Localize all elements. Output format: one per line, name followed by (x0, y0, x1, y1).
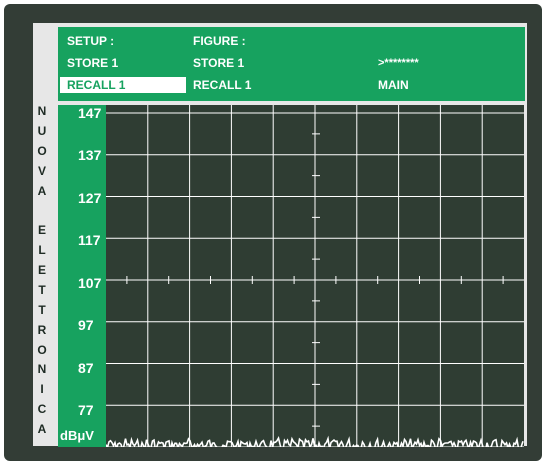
y-tick-label: 77 (78, 402, 94, 418)
brand-letter: T (38, 302, 46, 317)
brand-letter: O (37, 342, 47, 357)
figure-label: FIGURE : (193, 34, 246, 48)
setup-label: SETUP : (67, 34, 115, 48)
brand-letter: A (37, 422, 47, 436)
brand-letter: U (37, 123, 47, 138)
brand-letter: T (38, 282, 46, 297)
y-tick-label: 97 (78, 317, 94, 333)
setup-recall-button[interactable]: RECALL 1 (60, 77, 186, 93)
figure-recall-button[interactable]: RECALL 1 (193, 77, 251, 93)
y-axis-scale: 147 137 127 117 107 97 87 77 dBμV (58, 105, 106, 447)
y-tick-label: 147 (78, 105, 102, 121)
brand-letter: A (37, 183, 47, 198)
y-tick-label: 107 (78, 275, 102, 291)
menu-panel: SETUP : STORE 1 RECALL 1 FIGURE : STORE … (58, 27, 525, 101)
y-unit-label: dBμV (60, 428, 94, 443)
brand-letter: N (37, 362, 47, 377)
brand-letter: V (37, 163, 46, 178)
brand-letter: C (37, 402, 47, 417)
brand-letter: L (38, 243, 46, 258)
brand-letter: I (40, 382, 44, 397)
brand-letter: E (37, 223, 46, 238)
brand-letter: E (37, 263, 46, 277)
y-tick-label: 87 (78, 360, 94, 376)
figure-store-button[interactable]: STORE 1 (193, 55, 244, 71)
y-tick-label: 117 (78, 232, 101, 248)
password-field[interactable]: >******** (378, 55, 419, 71)
y-tick-label: 127 (78, 190, 102, 206)
brand-letter: O (37, 143, 47, 158)
spectrum-svg (106, 105, 524, 447)
brand-vertical-text: NUOVAXELETTRONICA (35, 105, 49, 435)
brand-letter: N (37, 104, 47, 118)
spectrum-plot (106, 105, 524, 447)
main-button[interactable]: MAIN (378, 77, 409, 93)
brand-letter: R (37, 322, 47, 337)
setup-store-button[interactable]: STORE 1 (67, 55, 118, 71)
y-tick-label: 137 (78, 147, 102, 163)
